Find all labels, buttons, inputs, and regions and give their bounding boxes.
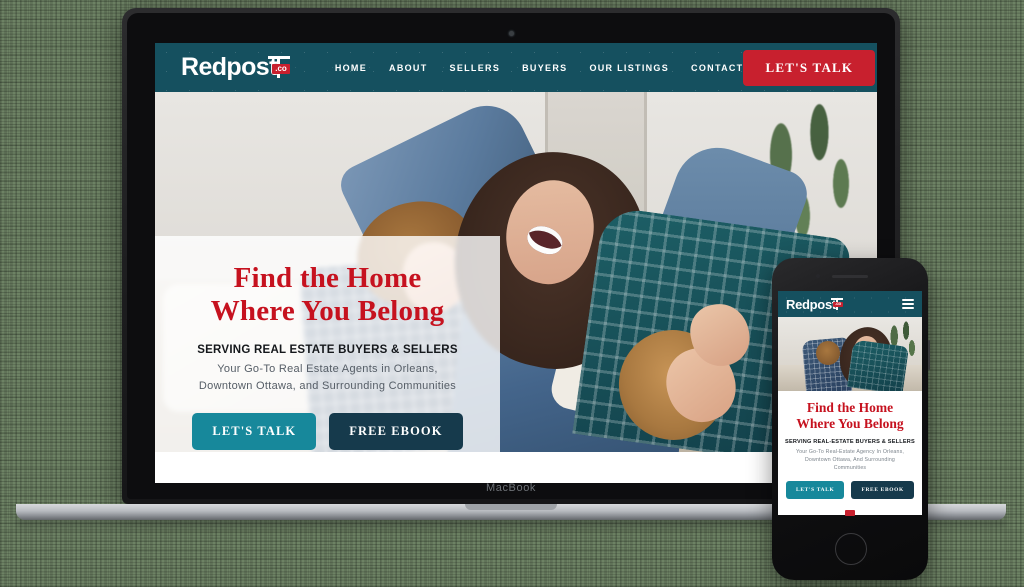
site-logo[interactable]: Redpost .co <box>181 53 290 81</box>
phone-screen-red-marker <box>845 510 855 516</box>
hero-free-ebook-button[interactable]: FREE EBOOK <box>329 413 463 451</box>
phone-front-camera-icon <box>816 274 820 278</box>
primary-navigation: HOME ABOUT SELLERS BUYERS OUR LISTINGS C… <box>335 63 744 73</box>
mobile-photo-child-plaid <box>846 339 910 391</box>
logo-co-badge: .co <box>272 64 290 74</box>
nav-item-buyers[interactable]: BUYERS <box>522 63 567 73</box>
nav-item-about[interactable]: ABOUT <box>389 63 428 73</box>
mobile-free-ebook-button[interactable]: FREE EBOOK <box>851 481 914 500</box>
mobile-hero-subheading: SERVING REAL-ESTATE BUYERS & SELLERS <box>785 438 915 445</box>
mobile-site-logo[interactable]: Redpost .co <box>786 296 843 312</box>
hamburger-menu-icon[interactable] <box>902 297 914 311</box>
webcam-icon <box>508 31 514 36</box>
phone-side-button[interactable] <box>928 340 930 370</box>
hamburger-line-2 <box>902 303 914 305</box>
mobile-hero-text-card: Find the Home Where You Belong SERVING R… <box>778 391 922 510</box>
mobile-hero-headline-line-2: Where You Belong <box>796 415 904 431</box>
nav-item-our-listings[interactable]: OUR LISTINGS <box>589 63 669 73</box>
mobile-hero-description-line-1: Your Go-To Real-Estate Agency In Orleans… <box>795 448 905 455</box>
logo-wordmark: Redpost <box>181 53 277 81</box>
mobile-photo-boy-head <box>816 341 840 365</box>
mobile-site-navbar: Redpost .co <box>778 291 922 317</box>
nav-item-sellers[interactable]: SELLERS <box>450 63 501 73</box>
mobile-hero-button-group: LET'S TALK FREE EBOOK <box>785 481 915 500</box>
site-navbar: Redpost .co HOME ABOUT SELLERS BUYERS OU… <box>155 43 877 92</box>
mobile-hero-headline: Find the Home Where You Belong <box>785 400 915 432</box>
mobile-logo-co-badge: .co <box>833 301 843 307</box>
nav-item-contact[interactable]: CONTACT <box>691 63 743 73</box>
nav-item-home[interactable]: HOME <box>335 63 367 73</box>
hero-subheading: SERVING REAL ESTATE BUYERS & SELLERS <box>197 344 458 357</box>
hero-headline-line-1: Find the Home <box>233 262 422 294</box>
mobile-hero-description-line-2: Downtown Ottawa, And Surrounding <box>804 456 896 463</box>
hero-headline-line-2: Where You Belong <box>210 295 445 328</box>
hero-description-line-2: Downtown Ottawa, and Surrounding Communi… <box>198 379 457 392</box>
iphone-mockup: Redpost .co Find the Home Where You Belo… <box>772 258 930 580</box>
macbook-label: MacBook <box>485 482 537 494</box>
laptop-screen: Redpost .co HOME ABOUT SELLERS BUYERS OU… <box>155 43 877 483</box>
hero-description-line-1: Your Go-To Real Estate Agents in Orleans… <box>217 363 438 376</box>
hero-section: Find the Home Where You Belong SERVING R… <box>155 92 877 452</box>
navbar-lets-talk-button[interactable]: LET'S TALK <box>743 49 876 86</box>
mobile-hero-photo <box>778 317 922 391</box>
hero-text-card: Find the Home Where You Belong SERVING R… <box>155 236 500 452</box>
phone-speaker-grill <box>832 275 868 278</box>
hamburger-line-3 <box>902 306 914 309</box>
hero-lets-talk-button[interactable]: LET'S TALK <box>192 413 317 451</box>
hero-button-group: LET'S TALK FREE EBOOK <box>173 413 482 451</box>
mobile-hero-description-line-3: Communities <box>833 464 867 471</box>
phone-home-button[interactable] <box>835 533 867 565</box>
phone-screen: Redpost .co Find the Home Where You Belo… <box>778 291 922 515</box>
hamburger-line-1 <box>902 299 914 302</box>
laptop-base-notch <box>465 504 557 510</box>
hero-headline: Find the Home Where You Belong <box>173 262 482 328</box>
mobile-lets-talk-button[interactable]: LET'S TALK <box>786 481 845 500</box>
hero-description: Your Go-To Real Estate Agents in Orleans… <box>173 361 482 394</box>
mobile-logo-wordmark: Redpost <box>786 296 836 312</box>
mobile-hero-description: Your Go-To Real-Estate Agency In Orleans… <box>785 448 915 472</box>
mobile-hero-headline-line-1: Find the Home <box>806 400 894 415</box>
